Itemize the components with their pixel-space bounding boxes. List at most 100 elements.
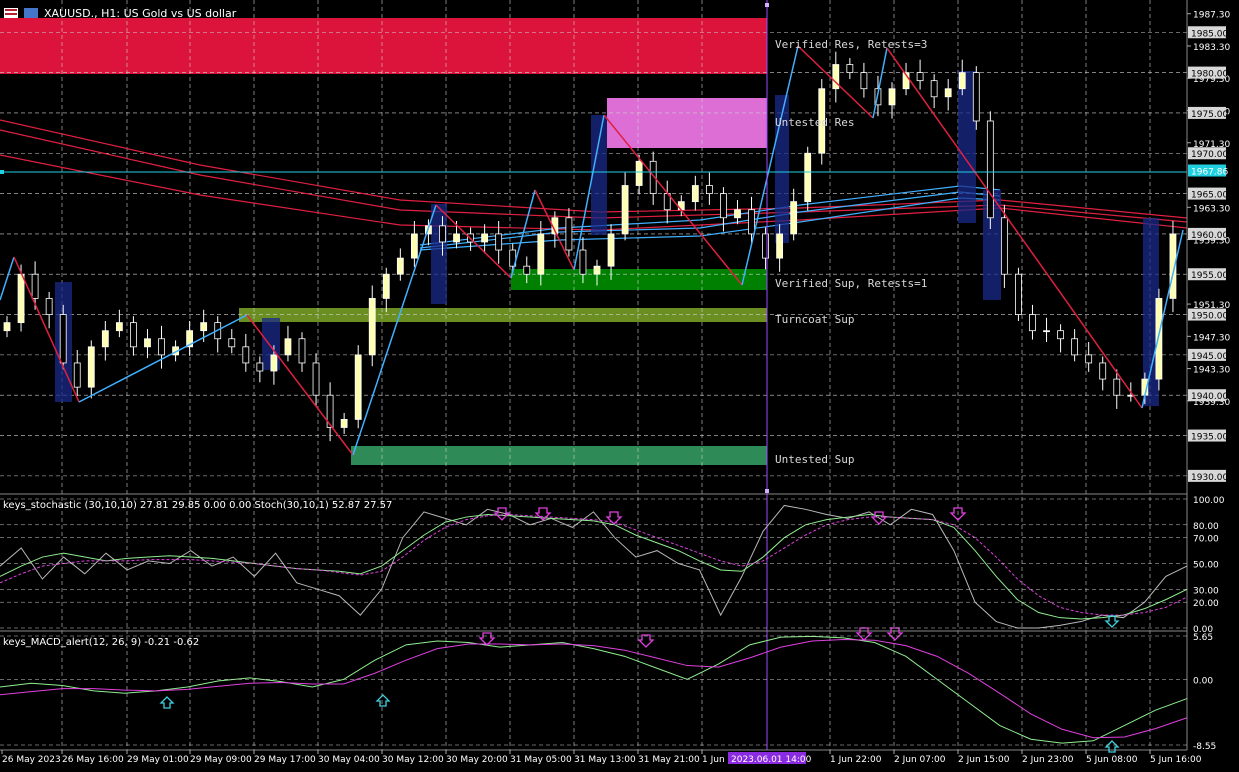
candle-body xyxy=(579,249,587,275)
time-tick-label: 30 May 04:00 xyxy=(318,755,380,765)
chart-canvas[interactable]: Verified Res, Retests=3 Untested Res Ver… xyxy=(0,0,1239,768)
candle-body xyxy=(1071,338,1079,356)
price-level-tag-label: 1975.00 xyxy=(1191,110,1228,120)
time-tick-label: 30 May 12:00 xyxy=(382,755,444,765)
candle-body xyxy=(59,314,67,364)
swing-box xyxy=(591,115,607,235)
macd-level-label: -8.55 xyxy=(1193,742,1216,752)
candle-body xyxy=(298,338,306,364)
candle-body xyxy=(242,346,250,364)
macd-sell-arrow-icon xyxy=(855,627,873,641)
price-level-tag-label: 1965.00 xyxy=(1191,191,1228,201)
candle-body xyxy=(495,233,503,251)
candle-body xyxy=(944,88,952,98)
macd-sell-arrow-icon xyxy=(637,634,655,648)
candle-body xyxy=(565,217,573,251)
price-tick-label: 1983.30 xyxy=(1193,43,1230,53)
zone-label-verified-sup: Verified Sup, Retests=1 xyxy=(775,277,927,290)
candle-body xyxy=(1155,298,1163,380)
candle-body xyxy=(410,233,418,259)
candle-body xyxy=(846,64,854,73)
candle-body xyxy=(396,257,404,275)
price-level-tag-label: 1970.00 xyxy=(1191,150,1228,160)
candle-body xyxy=(762,233,769,259)
zigzag-segment xyxy=(352,204,437,456)
candle-body xyxy=(734,209,741,219)
stoch-level-label: 100.00 xyxy=(1193,496,1225,506)
time-tick-label: 26 May 2023 xyxy=(2,755,61,765)
time-tick-label: 2 Jun 23:00 xyxy=(1022,755,1074,765)
candle-body xyxy=(354,354,362,420)
stoch-level-label: 50.00 xyxy=(1193,561,1219,571)
symbol-title: XAUUSD., H1: US Gold vs US dollar xyxy=(44,7,237,20)
macd-level-label: 0.00 xyxy=(1193,676,1213,686)
macd-buy-arrow-icon xyxy=(159,696,175,709)
zigzag-segment xyxy=(0,256,15,301)
candle-body xyxy=(1113,378,1121,396)
candle-body xyxy=(158,338,165,356)
current-price-marker xyxy=(0,170,4,174)
time-tick-label: 29 May 01:00 xyxy=(127,755,189,765)
candle-body xyxy=(720,193,727,219)
candle-body xyxy=(284,338,292,356)
chart-type-icon[interactable] xyxy=(24,8,38,18)
crosshair-time-label: 2023.06.01 14:00 xyxy=(731,755,812,765)
sell-arrow-icon xyxy=(605,511,623,525)
untested-res-zone xyxy=(607,98,767,148)
candle-body xyxy=(1015,273,1022,315)
candle-body xyxy=(860,72,868,90)
time-tick-label: 31 May 05:00 xyxy=(510,755,572,765)
price-level-tag-label: 1980.00 xyxy=(1191,70,1228,80)
zigzag-segment xyxy=(886,47,1143,409)
flag-stripe xyxy=(5,13,17,15)
current-price-label: 1967.86 xyxy=(1191,168,1228,178)
buy-arrow-icon xyxy=(1104,615,1120,628)
price-level-tag-label: 1945.00 xyxy=(1191,352,1228,362)
stoch-level-label: 30.00 xyxy=(1193,586,1219,596)
stoch-level-label: 70.00 xyxy=(1193,535,1219,545)
candle-body xyxy=(31,273,39,299)
stoch-slow-line xyxy=(0,513,1188,616)
candle-body xyxy=(958,72,966,90)
verified-sup-zone xyxy=(511,269,767,290)
stoch-title: keys_stochastic (30,10,10) 27.81 29.85 0… xyxy=(3,500,392,511)
candle-body xyxy=(144,338,151,348)
macd-sell-arrow-icon xyxy=(478,632,496,646)
candle-body xyxy=(1043,330,1050,333)
candle-body xyxy=(635,160,643,186)
zone-label-untested-sup: Untested Sup xyxy=(775,453,854,466)
chart-window[interactable]: Verified Res, Retests=3 Untested Res Ver… xyxy=(0,0,1239,768)
macd-sell-arrow-icon xyxy=(886,627,904,641)
price-tick-label: 1943.30 xyxy=(1193,366,1230,376)
candle-body xyxy=(930,80,938,98)
time-tick-label: 5 Jun 08:00 xyxy=(1086,755,1138,765)
candle-body xyxy=(916,72,924,82)
stoch-signal-line xyxy=(0,513,1188,620)
price-level-tag-label: 1940.00 xyxy=(1191,392,1228,402)
flag-stripe xyxy=(5,9,17,11)
candle-body xyxy=(115,322,123,332)
time-tick-label: 2 Jun 07:00 xyxy=(894,755,946,765)
untested-sup-zone xyxy=(351,446,767,465)
candle-body xyxy=(888,88,896,106)
candle-body xyxy=(523,265,531,275)
candle-body xyxy=(1029,314,1036,332)
stochastic-panel[interactable] xyxy=(0,504,1188,629)
price-level-tag-label: 1985.00 xyxy=(1191,29,1228,39)
candle-body xyxy=(1000,217,1008,275)
crosshair-handle-bottom[interactable] xyxy=(765,489,769,493)
candle-body xyxy=(368,298,376,356)
candle-body xyxy=(790,201,798,235)
candle-body xyxy=(593,265,601,275)
candle-body xyxy=(776,233,784,259)
candle-body xyxy=(87,346,95,388)
time-axis[interactable]: 26 May 2023 26 May 16:00 29 May 01:00 29 Ma… xyxy=(1,750,1202,765)
candle-body xyxy=(537,233,545,275)
crosshair-handle-top[interactable] xyxy=(765,3,769,7)
candle-body xyxy=(453,233,460,243)
candle-body xyxy=(439,225,446,243)
price-level-tag-label: 1930.00 xyxy=(1191,473,1228,483)
price-level-tag-label: 1935.00 xyxy=(1191,433,1228,443)
stoch-level-label: 80.00 xyxy=(1193,522,1219,532)
candle-body xyxy=(691,185,699,203)
